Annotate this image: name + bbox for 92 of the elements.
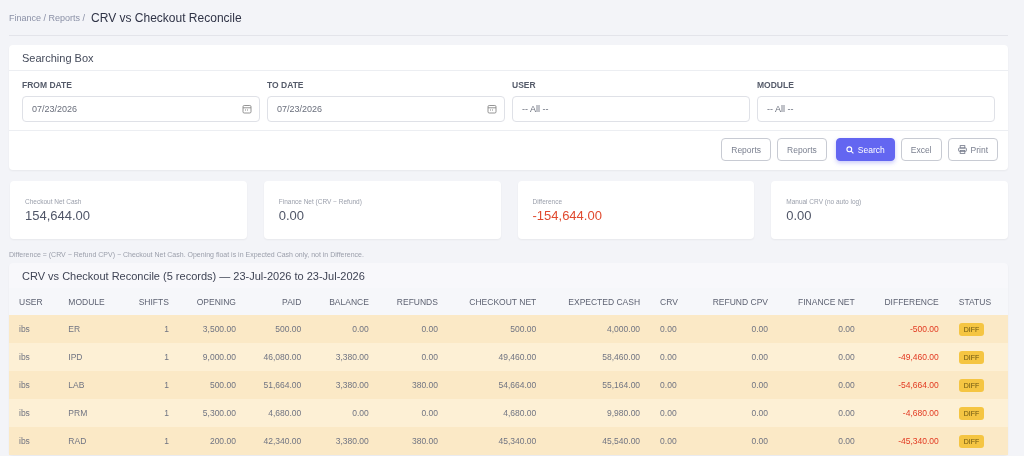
table-cell: 500.00 — [209, 380, 236, 390]
table-cell: 45,340.00 — [498, 436, 537, 446]
table-cell: 5,300.00 — [202, 408, 236, 418]
table-cell: 42,340.00 — [263, 436, 302, 446]
table-cell: 0.00 — [421, 408, 438, 418]
table-cell: 0.00 — [352, 324, 369, 334]
field-label: FROM DATE — [22, 80, 73, 90]
stat-value: 0.00 — [278, 207, 306, 223]
table-cell: 500.00 — [275, 324, 302, 334]
table-cell: 1 — [164, 324, 169, 334]
stat-value: -154,644.00 — [532, 207, 603, 223]
table-cell: 0.00 — [660, 324, 677, 334]
table-cell: -49,460.00 — [898, 352, 939, 362]
table-cell: 0.00 — [838, 436, 855, 446]
table-cell: 0.00 — [751, 380, 768, 390]
column-header: STATUS — [948, 288, 1008, 315]
table-cell: 3,380.00 — [335, 380, 369, 390]
printer-icon — [957, 145, 967, 154]
table-cell: 1 — [164, 436, 169, 446]
table-cell: ibs — [19, 352, 30, 362]
table-cell: 4,000.00 — [607, 324, 641, 334]
action-button[interactable]: Reports — [777, 138, 827, 161]
table-cell: 0.00 — [751, 408, 768, 418]
date-field[interactable]: 07/23/2026 — [22, 96, 260, 122]
table-cell: 0.00 — [660, 408, 677, 418]
table-cell: 500.00 — [510, 324, 537, 334]
table-cell: 0.00 — [421, 324, 438, 334]
table-cell: 0.00 — [660, 380, 677, 390]
table-cell: 0.00 — [838, 352, 855, 362]
table-cell: 1 — [164, 352, 169, 362]
table-cell: ibs — [19, 380, 30, 390]
table-cell: 0.00 — [751, 436, 768, 446]
breadcrumb-link[interactable]: Finance / Reports / — [9, 12, 86, 23]
table-cell: 0.00 — [751, 324, 768, 334]
page-title: CRV vs Checkout Reconcile — [91, 10, 242, 25]
table-cell: 0.00 — [660, 436, 677, 446]
select-field[interactable]: -- All -- — [512, 96, 750, 122]
table-cell: ER — [68, 324, 81, 334]
table-cell: 200.00 — [209, 436, 236, 446]
calendar-icon — [487, 104, 497, 114]
table-cell: 0.00 — [660, 352, 677, 362]
table-cell: 4,680.00 — [503, 408, 537, 418]
column-header: USER — [9, 288, 59, 315]
table-cell: 4,680.00 — [268, 408, 302, 418]
action-button[interactable]: Reports — [721, 138, 771, 161]
select-field[interactable]: -- All -- — [757, 96, 995, 122]
table-cell: 51,664.00 — [263, 380, 302, 390]
field-label: TO DATE — [267, 80, 305, 90]
table-cell: PRM — [68, 408, 88, 418]
stat-value: 154,644.00 — [25, 207, 92, 223]
table-cell: -54,664.00 — [898, 380, 939, 390]
calendar-icon — [242, 104, 252, 114]
action-button[interactable]: Search — [835, 138, 895, 161]
search-icon — [845, 145, 854, 154]
table-cell: 380.00 — [411, 436, 438, 446]
table-cell: 9,980.00 — [607, 408, 641, 418]
table-cell: RAD — [68, 436, 87, 446]
table-cell: LAB — [68, 380, 85, 390]
table-cell: 3,500.00 — [202, 324, 236, 334]
table-cell: 1 — [164, 408, 169, 418]
table-cell: 0.00 — [838, 408, 855, 418]
action-button[interactable]: Print — [947, 138, 998, 161]
table-cell: -4,680.00 — [902, 408, 939, 418]
table-cell: 46,080.00 — [263, 352, 302, 362]
table-cell: ibs — [19, 436, 30, 446]
table-cell: 9,000.00 — [202, 352, 236, 362]
field-label: USER — [512, 80, 537, 90]
table-title: CRV vs Checkout Reconcile (5 records) — 23-Jul-2026 to 23-Jul-2026 — [22, 269, 365, 282]
table-cell: 3,380.00 — [335, 436, 369, 446]
table-cell: 54,664.00 — [498, 380, 537, 390]
action-button[interactable]: Excel — [900, 138, 942, 161]
table-cell: 0.00 — [838, 380, 855, 390]
table-cell: 49,460.00 — [498, 352, 537, 362]
table-cell: IPD — [68, 352, 83, 362]
date-field[interactable]: 07/23/2026 — [267, 96, 505, 122]
table-cell: 3,380.00 — [335, 352, 369, 362]
card-title: Searching Box — [22, 51, 94, 64]
table-cell: -500.00 — [909, 324, 939, 334]
table-cell: 0.00 — [838, 324, 855, 334]
table-cell: -45,340.00 — [898, 436, 939, 446]
table-cell: 0.00 — [751, 352, 768, 362]
stat-value: 0.00 — [786, 207, 813, 223]
table-cell: ibs — [19, 408, 30, 418]
table-cell: 45,540.00 — [602, 436, 641, 446]
table-cell: 380.00 — [411, 380, 438, 390]
table-cell: 58,460.00 — [602, 352, 641, 362]
field-label: MODULE — [757, 80, 795, 90]
table-cell: 55,164.00 — [602, 380, 641, 390]
table-cell: ibs — [19, 324, 30, 334]
table-cell: 0.00 — [352, 408, 369, 418]
table-cell: 1 — [164, 380, 169, 390]
table-cell: 0.00 — [421, 352, 438, 362]
